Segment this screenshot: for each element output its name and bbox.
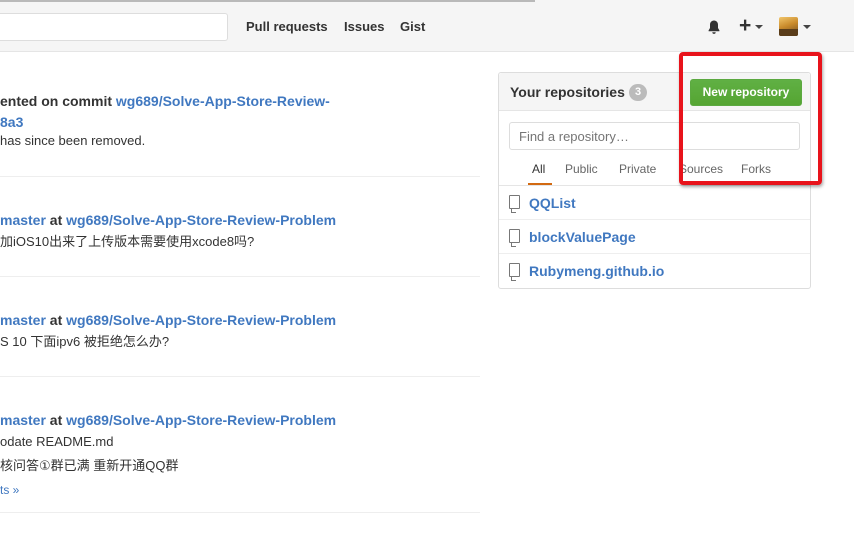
browser-edge: [0, 0, 535, 2]
find-repository-input[interactable]: [509, 122, 800, 150]
your-repositories-panel: Your repositories 3 New repository All P…: [498, 72, 811, 289]
tab-forks[interactable]: Forks: [741, 162, 771, 176]
feed-item-title-line2: 8a3: [0, 112, 23, 132]
tab-public[interactable]: Public: [565, 162, 598, 176]
nav-pull-requests[interactable]: Pull requests: [246, 19, 328, 34]
feed-item-message: 加iOS10出来了上传版本需要使用xcode8吗?: [0, 234, 255, 249]
new-repository-button[interactable]: New repository: [690, 79, 802, 106]
site-search-input[interactable]: [0, 13, 228, 41]
site-header: Pull requests Issues Gist +: [0, 0, 854, 52]
chevron-down-icon[interactable]: [803, 25, 811, 29]
feed-divider: [0, 276, 480, 277]
feed-item-commit-message: 核问答①群已满 重新开通QQ群: [0, 458, 179, 473]
feed-item-title: master at wg689/Solve-App-Store-Review-P…: [0, 410, 336, 430]
feed-item-message: has since been removed.: [0, 133, 146, 148]
feed-item-title: ented on commit wg689/Solve-App-Store-Re…: [0, 91, 330, 111]
repo-icon: [509, 263, 520, 281]
tab-private[interactable]: Private: [619, 162, 656, 176]
tab-all[interactable]: All: [532, 162, 545, 176]
avatar[interactable]: [779, 17, 798, 36]
feed-item-branch-link[interactable]: master: [0, 312, 46, 328]
feed-item-at: at: [45, 312, 67, 328]
feed-divider: [0, 512, 480, 513]
bell-icon[interactable]: [706, 19, 722, 35]
feed-item-action: ented on commit: [0, 93, 116, 109]
feed-item-title: master at wg689/Solve-App-Store-Review-P…: [0, 210, 336, 230]
repositories-count-badge: 3: [629, 84, 647, 101]
repository-list-item[interactable]: blockValuePage: [499, 220, 810, 254]
feed-item-repo-link[interactable]: wg689/Solve-App-Store-Review-Problem: [66, 212, 336, 228]
feed-item-commit-message: odate README.md: [0, 434, 114, 449]
feed-divider: [0, 376, 480, 377]
feed-item-branch-link[interactable]: master: [0, 412, 46, 428]
feed-divider: [0, 176, 480, 177]
feed-item-message: S 10 下面ipv6 被拒绝怎么办?: [0, 334, 170, 349]
nav-issues[interactable]: Issues: [344, 19, 384, 34]
feed-item-more-commits-link[interactable]: ts »: [0, 483, 19, 497]
feed-item-repo-link[interactable]: wg689/Solve-App-Store-Review-Problem: [66, 412, 336, 428]
feed-item-commit-link[interactable]: 8a3: [0, 114, 23, 130]
repository-list-item[interactable]: Rubymeng.github.io: [499, 254, 810, 288]
repository-link[interactable]: Rubymeng.github.io: [529, 263, 664, 279]
repo-icon: [509, 229, 520, 247]
tab-sources[interactable]: Sources: [679, 162, 723, 176]
feed-item-repo-link[interactable]: wg689/Solve-App-Store-Review-: [116, 93, 330, 109]
feed-item-title: master at wg689/Solve-App-Store-Review-P…: [0, 310, 336, 330]
feed-item-branch-link[interactable]: master: [0, 212, 46, 228]
nav-gist[interactable]: Gist: [400, 19, 425, 34]
repositories-title: Your repositories: [510, 84, 625, 100]
repositories-panel-header: Your repositories 3 New repository: [499, 73, 810, 111]
chevron-down-icon[interactable]: [755, 25, 763, 29]
plus-icon[interactable]: +: [739, 15, 751, 36]
repo-icon: [509, 195, 520, 213]
repository-link[interactable]: QQList: [529, 195, 576, 211]
feed-item-at: at: [45, 412, 67, 428]
repository-list-item[interactable]: QQList: [499, 186, 810, 220]
repository-link[interactable]: blockValuePage: [529, 229, 636, 245]
feed-item-repo-link[interactable]: wg689/Solve-App-Store-Review-Problem: [66, 312, 336, 328]
feed-item-at: at: [45, 212, 67, 228]
feed-next-item-fragment: · · · · · · · · · · · · · · · · · · ·: [60, 543, 293, 551]
